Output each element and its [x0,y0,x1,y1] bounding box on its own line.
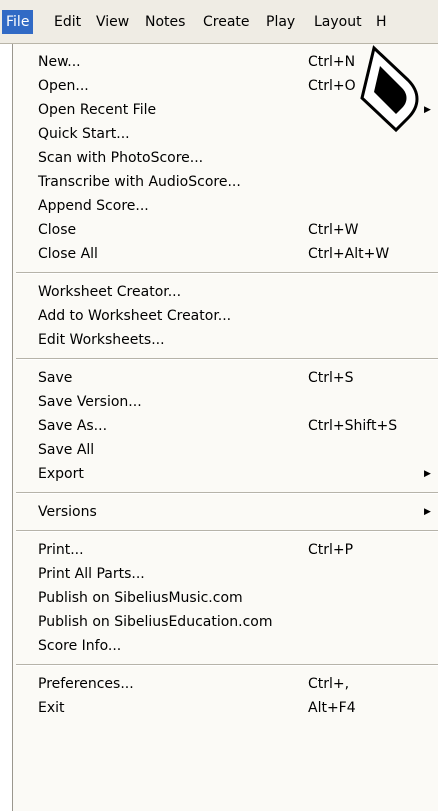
menu-item-edit-worksheets[interactable]: Edit Worksheets... [13,328,438,352]
menu-item-label: Transcribe with AudioScore... [38,174,241,190]
menu-item-label: Exit [38,700,65,716]
menu-item-append-score[interactable]: Append Score... [13,194,438,218]
menu-item-versions[interactable]: Versions ▶ [13,500,438,524]
menu-item-shortcut: Alt+F4 [308,700,356,716]
menu-edit[interactable]: Edit [54,10,81,34]
menu-layout[interactable]: Layout [314,10,362,34]
menu-item-label: Open... [38,78,89,94]
menu-separator [16,492,438,494]
menu-notes[interactable]: Notes [145,10,185,34]
menu-item-save[interactable]: Save Ctrl+S [13,366,438,390]
menu-item-print[interactable]: Print... Ctrl+P [13,538,438,562]
menu-item-transcribe-with-audioscore[interactable]: Transcribe with AudioScore... [13,170,438,194]
menu-item-save-all[interactable]: Save All [13,438,438,462]
menu-bar: File Edit View Notes Create Play Layout … [0,0,438,44]
menu-item-label: Worksheet Creator... [38,284,182,300]
menu-item-label: Close [38,222,77,238]
menu-item-open[interactable]: Open... Ctrl+O [13,74,438,98]
menu-item-label: Export [38,466,84,482]
menu-item-shortcut: Ctrl+Alt+W [308,246,390,262]
menu-item-shortcut: Ctrl+W [308,222,359,238]
menu-item-publish-on-sibeliusmusic-com[interactable]: Publish on SibeliusMusic.com [13,586,438,610]
menu-item-close-all[interactable]: Close All Ctrl+Alt+W [13,242,438,266]
menu-file[interactable]: File [2,10,34,34]
menu-view[interactable]: View [96,10,129,34]
menu-item-label: Save Version... [38,394,142,410]
menu-item-shortcut: Ctrl+S [308,370,354,386]
menu-item-label: Publish on SibeliusEducation.com [38,614,273,630]
menu-item-shortcut: Ctrl+Shift+S [308,418,398,434]
menu-item-open-recent-file[interactable]: Open Recent File ▶ [13,98,438,122]
menu-item-label: Add to Worksheet Creator... [38,308,232,324]
menu-separator [16,664,438,666]
menu-item-exit[interactable]: Exit Alt+F4 [13,696,438,720]
menu-item-label: Publish on SibeliusMusic.com [38,590,243,606]
menu-item-close[interactable]: Close Ctrl+W [13,218,438,242]
menu-item-worksheet-creator[interactable]: Worksheet Creator... [13,280,438,304]
submenu-arrow-icon: ▶ [424,105,431,115]
menu-item-shortcut: Ctrl+O [308,78,356,94]
menu-item-label: Open Recent File [38,102,157,118]
menu-item-shortcut: Ctrl+, [308,676,350,692]
menu-item-label: Close All [38,246,98,262]
menu-item-shortcut: Ctrl+N [308,54,356,70]
menu-item-label: Score Info... [38,638,122,654]
menu-play[interactable]: Play [266,10,295,34]
menu-item-score-info[interactable]: Score Info... [13,634,438,658]
menu-item-publish-on-sibeliuseducation-com[interactable]: Publish on SibeliusEducation.com [13,610,438,634]
menu-item-label: Append Score... [38,198,149,214]
submenu-arrow-icon: ▶ [424,507,431,517]
menu-item-label: Save [38,370,73,386]
menu-item-new[interactable]: New... Ctrl+N [13,50,438,74]
menu-item-scan-with-photoscore[interactable]: Scan with PhotoScore... [13,146,438,170]
menu-item-shortcut: Ctrl+P [308,542,354,558]
menu-item-label: New... [38,54,81,70]
menu-item-save-as[interactable]: Save As... Ctrl+Shift+S [13,414,438,438]
menu-item-label: Save As... [38,418,108,434]
menu-item-label: Save All [38,442,95,458]
menu-item-quick-start[interactable]: Quick Start... [13,122,438,146]
menu-item-label: Scan with PhotoScore... [38,150,204,166]
menu-item-label: Quick Start... [38,126,130,142]
file-menu-dropdown: New... Ctrl+N Open... Ctrl+O Open Recent Fil… [12,44,438,811]
menu-item-label: Versions [38,504,97,520]
menu-create[interactable]: Create [203,10,250,34]
menu-item-label: Preferences... [38,676,134,692]
menu-item-export[interactable]: Export ▶ [13,462,438,486]
menu-help[interactable]: H [376,10,387,34]
menu-item-preferences[interactable]: Preferences... Ctrl+, [13,672,438,696]
menu-separator [16,358,438,360]
menu-item-label: Print All Parts... [38,566,145,582]
submenu-arrow-icon: ▶ [424,469,431,479]
menu-separator [16,530,438,532]
menu-item-add-to-worksheet-creator[interactable]: Add to Worksheet Creator... [13,304,438,328]
menu-item-label: Edit Worksheets... [38,332,165,348]
menu-separator [16,272,438,274]
menu-item-label: Print... [38,542,84,558]
menu-item-print-all-parts[interactable]: Print All Parts... [13,562,438,586]
menu-item-save-version[interactable]: Save Version... [13,390,438,414]
